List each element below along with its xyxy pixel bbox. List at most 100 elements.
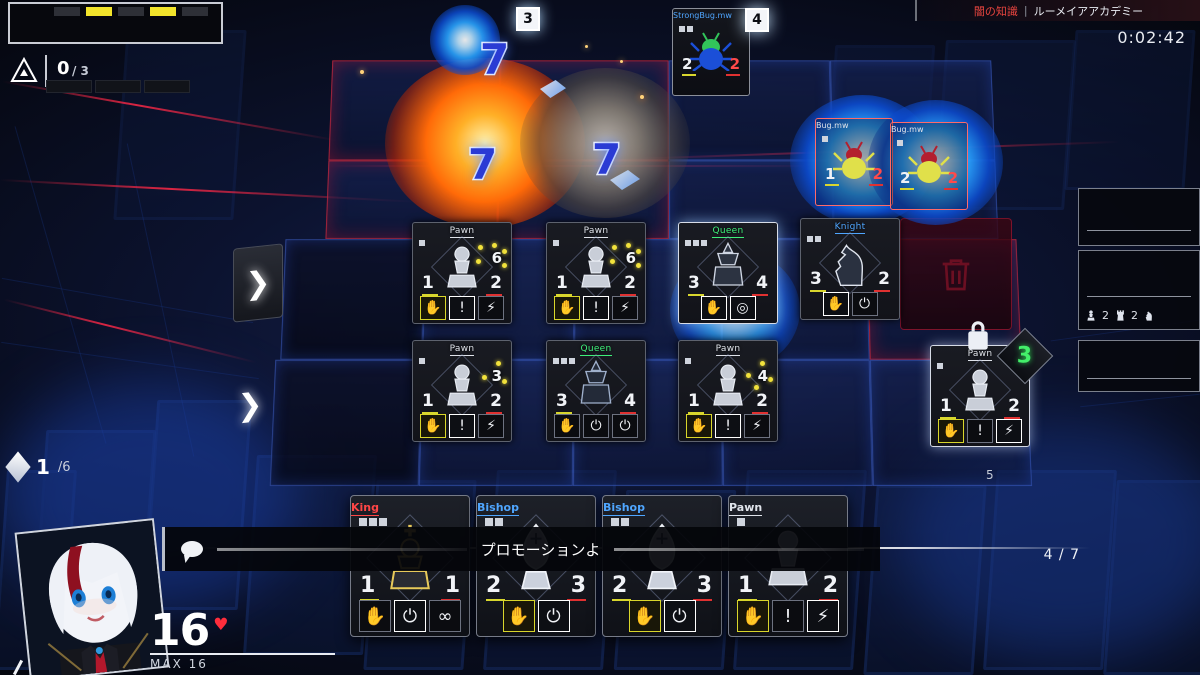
pips xyxy=(685,358,691,364)
action-hand-icon[interactable]: ✋ xyxy=(938,419,964,443)
pips xyxy=(737,518,745,526)
pips xyxy=(553,240,559,246)
unit-attack: 3 xyxy=(556,391,572,414)
action-infinity-icon[interactable]: ∞ xyxy=(429,600,461,632)
knight-icon xyxy=(835,243,864,287)
mana-gem-icon xyxy=(5,451,31,483)
lock-icon xyxy=(968,321,988,350)
action-lightning-icon[interactable]: ⚡ xyxy=(744,414,770,438)
hand-card-actions: ✋ ! ⚡ xyxy=(733,600,843,632)
action-lightning-icon[interactable]: ⚡ xyxy=(807,600,839,632)
mana-counter: 1 /6 xyxy=(5,451,71,483)
enemy-card-bug-2[interactable]: Bug.mw 2 2 xyxy=(890,122,968,210)
board-unit-r2c2[interactable]: Queen 3 4 ✋ ⏻ ⏻ xyxy=(546,340,646,442)
board-marker-b[interactable]: 4 xyxy=(745,8,769,32)
action-hand-icon[interactable]: ✋ xyxy=(822,292,849,316)
action-exclamation-icon[interactable]: ! xyxy=(967,419,993,443)
action-exclamation-icon[interactable]: ! xyxy=(715,414,741,438)
discard-slot[interactable] xyxy=(900,218,1012,330)
spark xyxy=(620,60,623,63)
unit-actions: ✋ ⏻ xyxy=(805,292,895,316)
unit-attack: 3 xyxy=(688,273,704,296)
chevron-right-icon: ❯ xyxy=(237,386,263,424)
match-timer: 0:02:42 xyxy=(1117,28,1186,47)
trash-icon xyxy=(942,259,970,291)
unit-health: 2 xyxy=(752,391,768,414)
knight-icon xyxy=(1145,311,1152,321)
action-hand-icon[interactable]: ✋ xyxy=(502,600,535,632)
hand-card-health: 1 xyxy=(440,573,461,601)
rook-icon xyxy=(1117,310,1124,321)
player-hp: 16 ♥ MAX 16 xyxy=(150,605,350,671)
action-power-icon[interactable]: ⏻ xyxy=(663,600,696,632)
action-power-icon[interactable]: ⏻ xyxy=(583,414,609,438)
player-portrait[interactable] xyxy=(14,518,170,675)
damage-number: 7 xyxy=(466,139,498,191)
action-hand-icon[interactable]: ✋ xyxy=(737,600,769,632)
stage-title-bar: 闇の知識 | ルーメイアアカデミー xyxy=(915,0,1200,21)
board-unit-r2c1[interactable]: Pawn 3 1 2 ✋ ! ⚡ xyxy=(412,340,512,442)
board-marker-a[interactable]: 3 xyxy=(516,7,540,31)
enemy-progress-2 xyxy=(95,80,141,93)
damage-number: 7 xyxy=(590,134,622,186)
game-screen: 7 7 7 StrongBug.mw 2 2 Bug.mw 1 2 Bug.mw xyxy=(0,0,1200,675)
action-hand-icon[interactable]: ✋ xyxy=(686,414,712,438)
unit-actions: ✋ ! ⚡ xyxy=(935,419,1025,443)
enemy-card-bug-1[interactable]: Bug.mw 1 2 xyxy=(815,118,893,206)
action-exclamation-icon[interactable]: ! xyxy=(583,296,609,320)
action-hand-icon[interactable]: ✋ xyxy=(420,296,446,320)
action-power-icon[interactable]: ⏻ xyxy=(394,600,426,632)
hand-card-health: 3 xyxy=(692,573,713,601)
pips xyxy=(937,363,943,369)
pips xyxy=(822,136,828,142)
spark xyxy=(360,70,364,74)
locked-slot-number: 5 xyxy=(986,468,994,482)
enemy-progress-3 xyxy=(144,80,190,93)
hand-card-attack: 1 xyxy=(360,573,380,601)
right-panel-2[interactable]: 2 2 xyxy=(1078,250,1200,330)
unit-health: 2 xyxy=(486,391,502,414)
unit-cost: 4 xyxy=(757,367,768,385)
action-hand-icon[interactable]: ✋ xyxy=(700,296,727,320)
enemy-health: 2 xyxy=(943,169,959,190)
chevron-right-icon: ❯ xyxy=(245,264,271,302)
hand-card-attack: 1 xyxy=(738,573,758,601)
action-power-icon[interactable]: ⏻ xyxy=(537,600,570,632)
action-target-icon[interactable]: ◎ xyxy=(729,296,756,320)
unit-actions: ✋ ! ⚡ xyxy=(551,296,641,320)
action-exclamation-icon[interactable]: ! xyxy=(772,600,804,632)
action-exclamation-icon[interactable]: ! xyxy=(449,296,475,320)
board-unit-r1c3[interactable]: Queen 3 4 ✋ ◎ xyxy=(678,222,778,324)
action-lightning-icon[interactable]: ⚡ xyxy=(478,296,504,320)
action-hand-icon[interactable]: ✋ xyxy=(420,414,446,438)
board-unit-r1c4[interactable]: Knight 3 2 ✋ ⏻ xyxy=(800,218,900,320)
row1-advance-button[interactable]: ❯ xyxy=(233,243,283,323)
action-hand-icon[interactable]: ✋ xyxy=(359,600,391,632)
board-unit-r1c1[interactable]: Pawn 6 1 2 ✋ ! ⚡ xyxy=(412,222,512,324)
action-lightning-icon[interactable]: ⚡ xyxy=(478,414,504,438)
enemy-card-name: Bug.mw xyxy=(891,125,924,134)
action-lightning-icon[interactable]: ⚡ xyxy=(996,419,1022,443)
pawn-icon xyxy=(1087,310,1095,321)
hand-card-health: 2 xyxy=(818,573,839,601)
action-exclamation-icon[interactable]: ! xyxy=(449,414,475,438)
action-hand-icon[interactable]: ✋ xyxy=(628,600,661,632)
right-panel-1[interactable] xyxy=(1078,188,1200,246)
enemy-card-stronglug[interactable]: StrongBug.mw 2 2 xyxy=(672,8,750,96)
action-hand-icon[interactable]: ✋ xyxy=(554,296,580,320)
board-unit-r1c2[interactable]: Pawn 6 1 2 ✋ ! ⚡ xyxy=(546,222,646,324)
unit-attack: 1 xyxy=(422,391,438,414)
right-panel-piece-counts: 2 2 xyxy=(1085,308,1155,323)
right-panel-3[interactable] xyxy=(1078,340,1200,392)
action-power-icon[interactable]: ⏻ xyxy=(851,292,878,316)
board-unit-r2c3[interactable]: Pawn 4 1 2 ✋ ! ⚡ xyxy=(678,340,778,442)
hand-card-actions: ✋ ⏻ xyxy=(481,600,591,632)
action-power-icon[interactable]: ⏻ xyxy=(612,414,638,438)
dialog-box[interactable]: プロモーションよ xyxy=(162,527,880,571)
hp-value: 16 ♥ xyxy=(150,605,229,657)
row2-advance-button[interactable]: ❯ xyxy=(225,365,275,444)
action-lightning-icon[interactable]: ⚡ xyxy=(612,296,638,320)
action-hand-icon[interactable]: ✋ xyxy=(554,414,580,438)
unit-health: 2 xyxy=(620,273,636,296)
unit-actions: ✋ ◎ xyxy=(683,296,773,320)
